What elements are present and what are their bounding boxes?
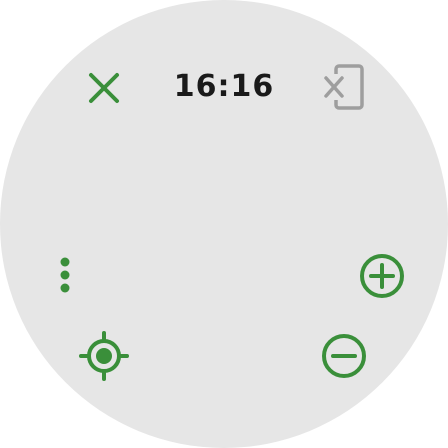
watch-screen: 16:16 [0,0,448,448]
phone-disconnected-icon [322,64,364,110]
zoom-in-button[interactable] [356,250,408,302]
close-button[interactable] [82,66,126,110]
more-options-button[interactable] [50,252,80,298]
my-location-button[interactable] [76,328,132,384]
more-vertical-icon [60,257,70,293]
zoom-out-button[interactable] [318,330,370,382]
close-icon [89,73,119,103]
phone-disconnected-indicator [318,62,368,112]
my-location-icon [79,331,129,381]
clock-time: 16:16 [173,68,275,104]
zoom-out-icon [322,334,366,378]
zoom-in-icon [360,254,404,298]
